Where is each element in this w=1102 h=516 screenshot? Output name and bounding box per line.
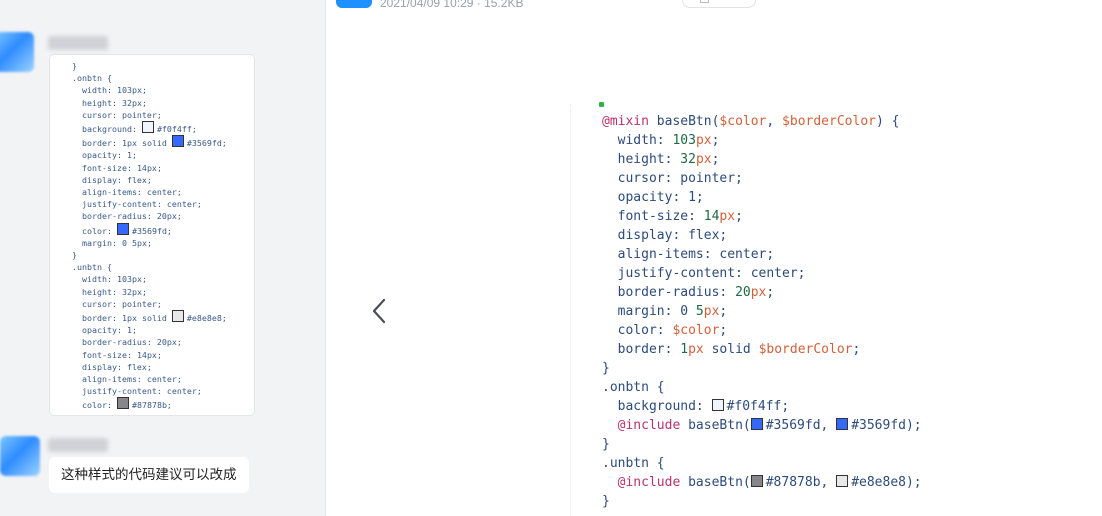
code-line: } [602, 361, 610, 376]
code-screenshot-message[interactable]: } .onbtn { width: 103px; height: 32px; cu… [49, 54, 255, 416]
code-line: color: #87878b; [72, 397, 227, 411]
toolbar-pill-button[interactable] [682, 0, 756, 8]
code-line: align-items: center; [602, 247, 775, 262]
code-line: align-items: center; [72, 374, 182, 385]
code-line: } [602, 494, 610, 509]
code-line: font-size: 14px; [602, 209, 743, 224]
code-line: .onbtn { [72, 73, 112, 84]
code-viewer: @mixin baseBtn($color, $borderColor) { w… [570, 102, 1102, 516]
code-line: justify-content: center; [602, 266, 806, 281]
code-line: margin: 0 5px; [72, 237, 152, 248]
previous-image-button[interactable] [366, 294, 394, 328]
file-icon [336, 0, 372, 8]
code-line: margin: 0 5px; [602, 304, 728, 319]
code-line: border-radius: 20px; [72, 211, 182, 222]
code-line: @include baseBtn(#3569fd, #3569fd); [617, 418, 922, 433]
code-line: border: 1px solid #3569fd; [72, 135, 227, 149]
code-line: opacity: 1; [72, 325, 137, 336]
chat-panel: } .onbtn { width: 103px; height: 32px; cu… [0, 0, 325, 516]
code-line: font-size: 14px; [72, 349, 162, 360]
square-icon [700, 0, 709, 3]
code-line: .unbtn { [602, 456, 665, 471]
code-line: color: #3569fd; [72, 222, 227, 237]
code-lines: @mixin baseBtn($color, $borderColor) { w… [602, 112, 922, 511]
code-line: color: $color; [602, 323, 728, 338]
code-line: border: 1px solid $borderColor; [602, 342, 861, 357]
check-marker-icon [599, 102, 604, 107]
code-line: display: flex; [72, 361, 152, 372]
code-line: background: #f0f4ff; [72, 121, 227, 135]
code-line: } [72, 61, 77, 71]
avatar[interactable] [0, 436, 40, 476]
avatar[interactable] [0, 32, 34, 72]
code-line: height: 32px; [72, 97, 147, 108]
code-line: font-size: 14px; [72, 162, 162, 173]
code-line: margin: 0 5px; [72, 412, 227, 415]
code-line: } [602, 437, 610, 452]
code-line: border-radius: 20px; [602, 285, 775, 300]
code-line: height: 32px; [72, 286, 147, 297]
code-line: align-items: center; [72, 187, 182, 198]
viewer-header: 2021/04/09 10:29 · 15.2KB [326, 0, 1102, 14]
code-line: display: flex; [602, 228, 728, 243]
code-line: justify-content: center; [72, 386, 202, 397]
code-line: border-radius: 20px; [72, 337, 182, 348]
code-line: opacity: 1; [602, 190, 704, 205]
code-line: width: 103px; [72, 85, 147, 96]
code-line: height: 32px; [602, 152, 720, 167]
code-line: display: flex; [72, 174, 152, 185]
sender-name-blurred [48, 438, 108, 452]
code-line: width: 103px; [72, 274, 147, 285]
code-line: cursor: pointer; [72, 109, 162, 120]
sender-name-blurred [48, 36, 108, 50]
code-line: border: 1px solid #e8e8e8; [72, 310, 227, 324]
code-line: width: 103px; [602, 133, 720, 148]
chevron-left-icon [372, 298, 386, 324]
file-meta: 2021/04/09 10:29 · 15.2KB [380, 0, 524, 10]
chat-message-text: 这种样式的代码建议可以改成 [61, 467, 237, 483]
code-line: justify-content: center; [72, 199, 202, 210]
chat-message-bubble[interactable]: 这种样式的代码建议可以改成 [49, 457, 249, 493]
code-line: .onbtn { [602, 380, 665, 395]
code-line: cursor: pointer; [602, 171, 743, 186]
code-line: @include baseBtn(#87878b, #e8e8e8); [617, 475, 922, 490]
code-line: background: #f0f4ff; [602, 399, 790, 414]
image-viewer: 2021/04/09 10:29 · 15.2KB @mixin baseBtn… [325, 0, 1102, 516]
code-screenshot-lines: } .onbtn { width: 103px; height: 32px; cu… [72, 60, 227, 415]
code-line: .unbtn { [72, 262, 112, 273]
code-line: cursor: pointer; [72, 298, 162, 309]
code-line: } [72, 250, 77, 261]
code-line: @mixin baseBtn($color, $borderColor) { [602, 114, 900, 129]
code-line: opacity: 1; [72, 150, 137, 161]
